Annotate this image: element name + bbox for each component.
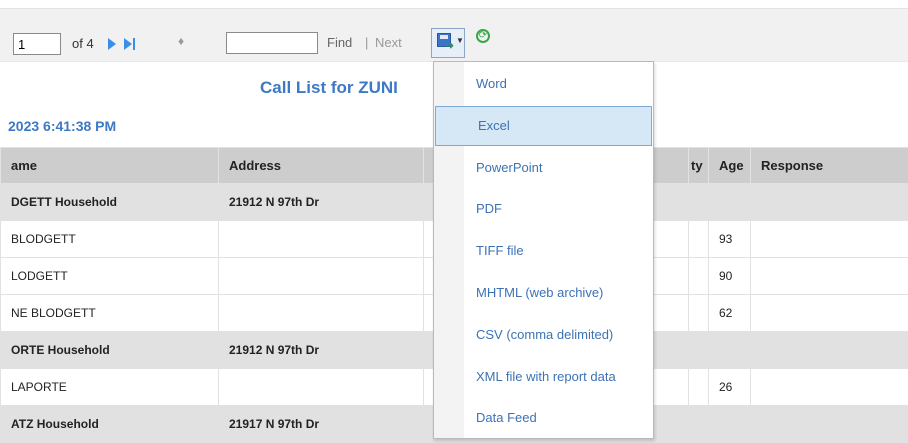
export-button[interactable]: ➜ ▼ [431,28,465,58]
last-page-icon[interactable] [124,38,138,50]
cell-response [750,257,908,295]
find-text-input[interactable] [226,32,318,54]
cell-address [218,368,424,406]
cell-city [688,183,709,221]
cell-response [750,294,908,332]
column-header-name: ame [0,147,219,184]
cell-response [750,368,908,406]
cell-city [688,331,709,369]
export-option-excel[interactable]: Excel [435,105,652,146]
export-option-data-feed[interactable]: Data Feed [434,398,653,438]
chevron-down-icon: ▼ [456,36,464,45]
cell-name: LAPORTE [0,368,219,406]
column-header-response: Response [750,147,908,184]
cell-age: 90 [708,257,751,295]
cell-age: 62 [708,294,751,332]
export-option-powerpoint[interactable]: PowerPoint [434,148,653,188]
find-link[interactable]: Find [327,35,352,50]
column-header-city: ty [688,147,709,184]
cell-city [688,368,709,406]
export-option-tiff-file[interactable]: TIFF file [434,231,653,271]
export-option-mhtml-web-archive[interactable]: MHTML (web archive) [434,273,653,313]
cell-age [708,331,751,369]
cell-age [708,183,751,221]
cell-address [218,220,424,258]
cell-name: NE BLODGETT [0,294,219,332]
cell-response [750,405,908,443]
cell-address [218,294,424,332]
cell-city [688,257,709,295]
cell-response [750,331,908,369]
export-option-pdf[interactable]: PDF [434,189,653,229]
report-date: 2023 6:41:38 PM [8,118,117,134]
find-separator: | [365,35,369,50]
find-next-link[interactable]: Next [375,35,402,50]
cell-address: 21917 N 97th Dr [218,405,424,443]
cell-age: 26 [708,368,751,406]
cell-city [688,220,709,258]
column-header-address: Address [218,147,424,184]
next-page-icon[interactable] [108,38,116,50]
cell-address: 21912 N 97th Dr [218,331,424,369]
export-arrow-icon: ➜ [445,40,455,52]
export-option-word[interactable]: Word [434,64,653,104]
cell-city [688,405,709,443]
cell-city [688,294,709,332]
cell-age [708,405,751,443]
cell-name: BLODGETT [0,220,219,258]
export-option-xml-file-with-report-data[interactable]: XML file with report data [434,357,653,397]
page-number-input[interactable] [13,33,61,55]
cell-address: 21912 N 97th Dr [218,183,424,221]
export-format-menu: Word Excel PowerPoint PDF TIFF file MHTML (we… [433,61,654,439]
report-title: Call List for ZUNI [260,78,398,97]
cell-name: ORTE Household [0,331,219,369]
cell-response [750,183,908,221]
cell-name: LODGETT [0,257,219,295]
cell-name: ATZ Household [0,405,219,443]
page-count-label: of 4 [72,36,94,51]
cell-name: DGETT Household [0,183,219,221]
export-option-csv-comma-delimited[interactable]: CSV (comma delimited) [434,315,653,355]
back-icon[interactable]: ♦ [178,35,184,47]
column-header-age: Age [708,147,751,184]
cell-address [218,257,424,295]
refresh-icon[interactable]: ⟳ [476,29,490,43]
cell-response [750,220,908,258]
cell-age: 93 [708,220,751,258]
